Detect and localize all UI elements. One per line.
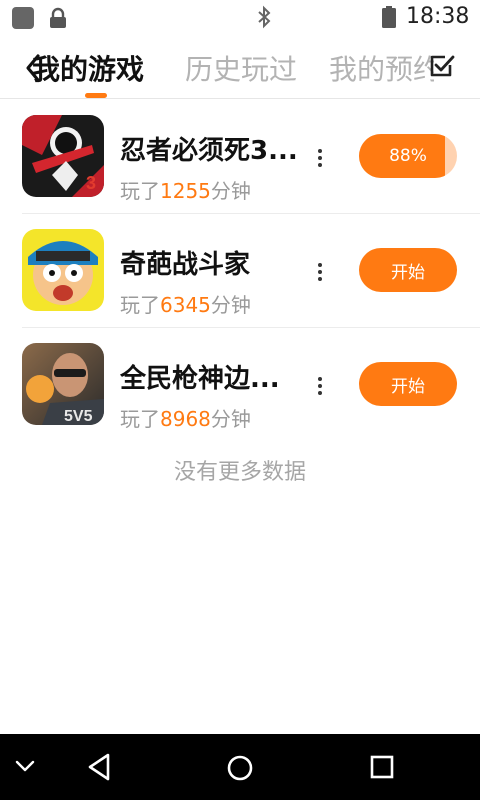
- play-time-suffix: 分钟: [210, 179, 251, 203]
- back-icon[interactable]: [86, 752, 112, 782]
- play-time-prefix: 玩了: [120, 293, 160, 317]
- game-name[interactable]: 忍者必须死3...: [120, 130, 300, 167]
- start-button[interactable]: 开始: [359, 248, 457, 292]
- play-time-prefix: 玩了: [120, 179, 160, 203]
- download-progress-button[interactable]: 88%: [359, 134, 457, 178]
- svg-text:5V5: 5V5: [64, 408, 93, 425]
- tab-history-played[interactable]: 历史玩过: [185, 48, 297, 88]
- play-minutes: 8968: [160, 407, 211, 431]
- more-options-icon[interactable]: [312, 260, 328, 284]
- battery-icon: [382, 6, 396, 28]
- game-row[interactable]: 3 忍者必须死3... 玩了1255分钟 88%: [22, 100, 480, 214]
- tab-my-reservations[interactable]: 我的预约: [329, 48, 434, 88]
- status-bar: 18:38: [0, 0, 480, 34]
- play-time-suffix: 分钟: [210, 293, 251, 317]
- game-row[interactable]: 5V5 全民枪神边... 玩了8968分钟 开始: [22, 328, 480, 441]
- shooter-game-icon[interactable]: 5V5: [22, 343, 104, 425]
- ninja-game-icon[interactable]: 3: [22, 115, 104, 197]
- play-minutes: 6345: [160, 293, 211, 317]
- svg-text:3: 3: [86, 173, 96, 193]
- play-time-prefix: 玩了: [120, 407, 160, 431]
- more-options-icon[interactable]: [312, 374, 328, 398]
- checkbox-edit-icon[interactable]: [428, 52, 456, 80]
- lock-icon: [50, 7, 66, 28]
- tab-my-games[interactable]: 我的游戏: [32, 48, 144, 88]
- recents-icon[interactable]: [370, 755, 394, 779]
- play-time-suffix: 分钟: [210, 407, 251, 431]
- game-name[interactable]: 奇葩战斗家: [120, 244, 300, 281]
- play-time: 玩了8968分钟: [120, 403, 251, 432]
- progress-label: 88%: [389, 146, 427, 166]
- active-tab-indicator: [85, 93, 107, 98]
- clock: 18:38: [406, 4, 470, 29]
- play-minutes: 1255: [160, 179, 211, 203]
- start-button[interactable]: 开始: [359, 362, 457, 406]
- play-time: 玩了1255分钟: [120, 175, 251, 204]
- game-list: 3 忍者必须死3... 玩了1255分钟 88% 奇葩战斗家 玩了6345分钟 …: [0, 100, 480, 441]
- cartoon-fighter-game-icon[interactable]: [22, 229, 104, 311]
- tab-header: 我的游戏 历史玩过 我的预约: [0, 34, 480, 99]
- game-row[interactable]: 奇葩战斗家 玩了6345分钟 开始: [22, 214, 480, 328]
- more-options-icon[interactable]: [312, 146, 328, 170]
- play-time: 玩了6345分钟: [120, 289, 251, 318]
- no-more-data-text: 没有更多数据: [173, 460, 306, 485]
- collapse-icon[interactable]: [14, 758, 36, 774]
- game-name[interactable]: 全民枪神边...: [120, 358, 300, 395]
- app-notification-icon: [12, 7, 34, 29]
- navigation-bar: [0, 734, 480, 800]
- home-icon[interactable]: [226, 754, 254, 782]
- bluetooth-icon: [258, 5, 271, 29]
